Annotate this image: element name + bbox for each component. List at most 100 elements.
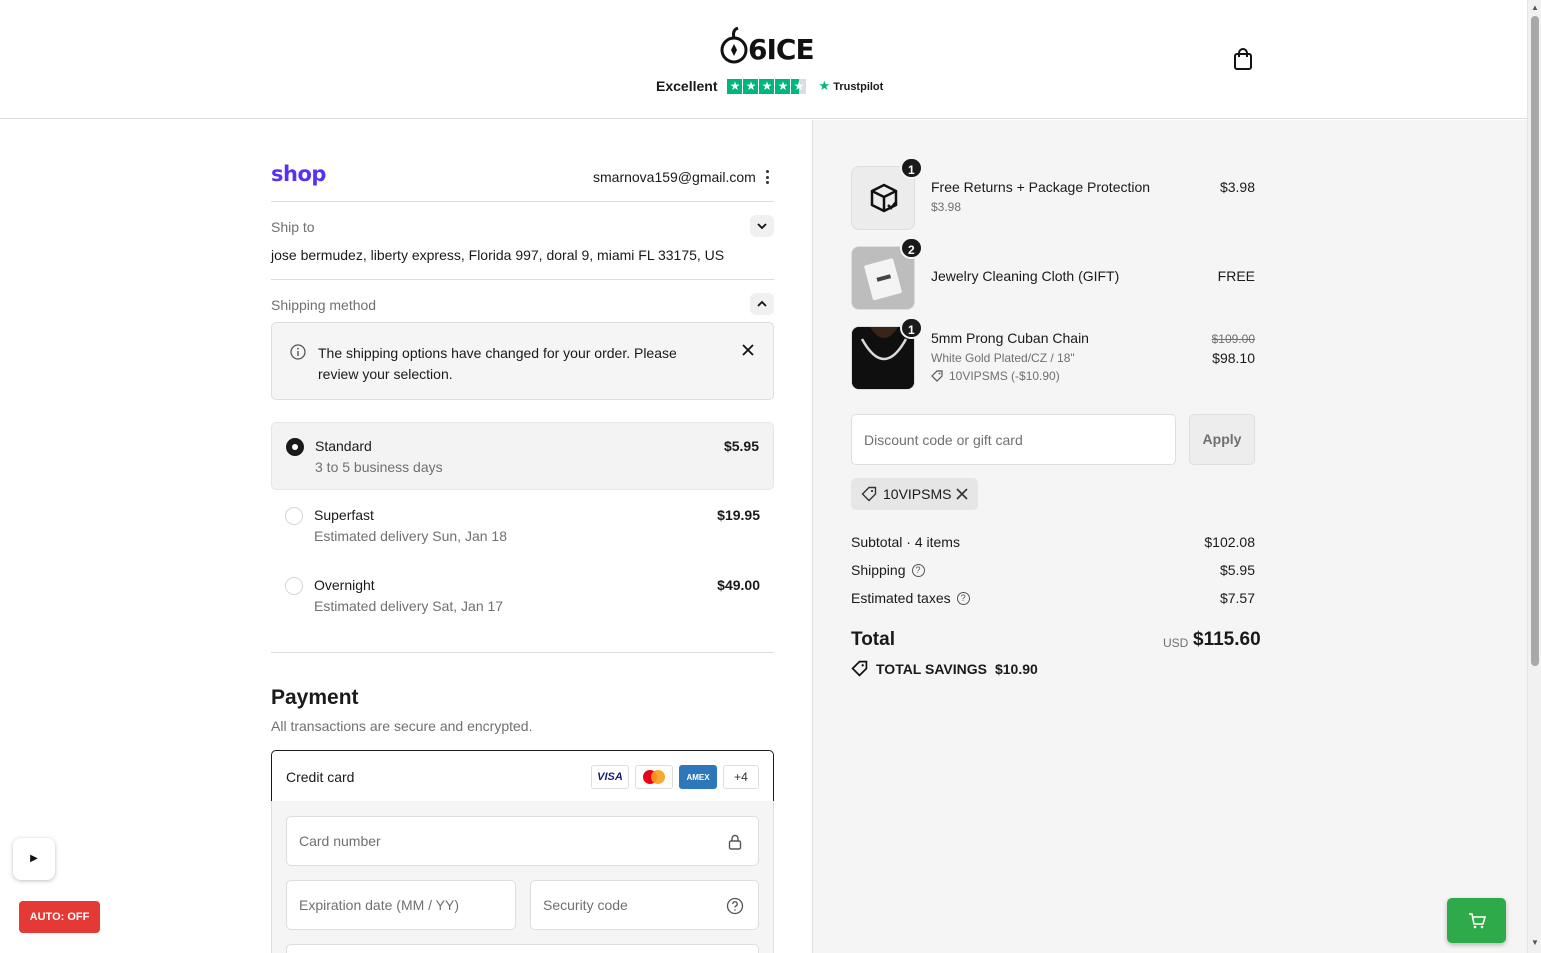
radio-button[interactable] [285, 577, 303, 595]
play-icon: ▶ [30, 853, 38, 864]
play-button[interactable]: ▶ [13, 838, 55, 880]
ship-to-toggle[interactable] [750, 215, 774, 237]
kebab-dot [765, 181, 769, 184]
item-name: Free Returns + Package Protection [931, 179, 1151, 195]
cart-icon [1468, 912, 1486, 928]
star-icon: ★ [775, 78, 791, 94]
total-value: $115.60 [1193, 629, 1261, 650]
cart-item: 2 Jewelry Cleaning Cloth (GIFT) FREE [851, 237, 1255, 310]
account-menu-button[interactable] [760, 168, 774, 186]
remove-discount-icon[interactable] [955, 487, 969, 501]
taxes-row: Estimated taxes? $7.57 [851, 590, 1255, 610]
divider [271, 279, 774, 280]
divider [271, 652, 774, 653]
discount-placeholder: Discount code or gift card [864, 432, 1023, 448]
lock-icon [728, 834, 742, 850]
trustpilot-star-icon: ★ [818, 78, 831, 93]
trust-stars: ★ ★ ★ ★ ★ [727, 78, 807, 94]
item-price: $98.10 [1212, 350, 1255, 366]
shipping-method-toggle[interactable] [750, 293, 774, 315]
shopping-bag-icon [1234, 48, 1252, 70]
subtotal-value: $102.08 [1204, 534, 1255, 550]
option-detail: 3 to 5 business days [315, 459, 443, 475]
item-discount-text: 10VIPSMS (-$10.90) [949, 369, 1060, 383]
name-on-card-field[interactable] [286, 944, 759, 953]
shipping-address: jose bermudez, liberty express, Florida … [271, 247, 725, 263]
ship-to-label: Ship to [271, 219, 315, 235]
visa-icon: VISA [591, 765, 629, 789]
card-brand-badges: VISA AMEX +4 [591, 765, 759, 789]
security-code-placeholder: Security code [543, 897, 628, 913]
auto-toggle-button[interactable]: AUTO: OFF [19, 901, 100, 933]
tag-icon [851, 660, 868, 677]
item-discount: 10VIPSMS (-$10.90) [931, 369, 1060, 383]
tag-icon [931, 370, 943, 382]
card-number-placeholder: Card number [299, 833, 381, 849]
shipping-value: $5.95 [1219, 562, 1255, 578]
discount-code-input[interactable]: Discount code or gift card [851, 414, 1176, 465]
credit-card-form: Card number Expiration date (MM / YY) Se… [271, 801, 774, 953]
option-price: $49.00 [717, 577, 760, 593]
item-name: 5mm Prong Cuban Chain [931, 330, 1089, 346]
trustpilot-widget[interactable]: Excellent ★ ★ ★ ★ ★ ★ Trustpilot [656, 76, 883, 96]
taxes-value: $7.57 [1219, 590, 1255, 606]
close-icon[interactable] [740, 342, 756, 358]
shipping-option-superfast[interactable]: Superfast Estimated delivery Sun, Jan 18… [271, 492, 774, 560]
shipping-label-wrap: Shipping? [851, 562, 925, 578]
shipping-option-standard[interactable]: Standard 3 to 5 business days $5.95 [271, 422, 774, 490]
brand-name: 6ICE [748, 33, 815, 66]
expiration-date-field[interactable]: Expiration date (MM / YY) [286, 880, 516, 930]
brand-emblem-icon [720, 26, 748, 64]
trustpilot-logo: ★ Trustpilot [818, 78, 883, 94]
brand-logo[interactable]: 6ICE [718, 26, 815, 68]
subtotal-label: Subtotal · 4 items [851, 534, 960, 550]
taxes-label: Estimated taxes [851, 590, 951, 606]
shipping-option-overnight[interactable]: Overnight Estimated delivery Sat, Jan 17… [271, 562, 774, 630]
item-subtext: $3.98 [931, 200, 962, 214]
page-scrollbar[interactable]: ▲ ▼ [1527, 0, 1541, 953]
option-price: $19.95 [717, 507, 760, 523]
applied-discount-chip: 10VIPSMS [851, 478, 978, 510]
help-circle-icon[interactable] [726, 897, 744, 915]
notice-text: The shipping options have changed for yo… [318, 345, 677, 382]
shipping-change-notice: The shipping options have changed for yo… [271, 322, 774, 400]
cart-button[interactable] [1230, 46, 1256, 72]
scroll-up-icon[interactable]: ▲ [1530, 3, 1540, 12]
cart-item: 1 Free Returns + Package Protection $3.9… [851, 157, 1255, 230]
mastercard-icon [635, 765, 673, 789]
payment-title: Payment [271, 686, 359, 709]
applied-code: 10VIPSMS [883, 486, 952, 502]
credit-card-option[interactable]: Credit card VISA AMEX +4 [271, 750, 774, 802]
help-icon[interactable]: ? [956, 591, 970, 605]
trustpilot-name: Trustpilot [833, 81, 884, 93]
apply-discount-button[interactable]: Apply [1189, 414, 1255, 465]
option-detail: Estimated delivery Sat, Jan 17 [314, 598, 504, 614]
floating-cart-button[interactable] [1447, 898, 1506, 943]
shipping-method-label: Shipping method [271, 297, 377, 313]
info-icon [290, 344, 306, 360]
card-number-field[interactable]: Card number [286, 816, 759, 866]
option-name: Overnight [314, 577, 375, 593]
radio-button-selected[interactable] [286, 438, 304, 456]
quantity-badge: 1 [900, 317, 923, 339]
star-icon: ★ [759, 78, 775, 94]
more-cards-badge: +4 [723, 765, 759, 789]
savings-label: TOTAL SAVINGS [876, 660, 987, 677]
shop-pay-logo: shop [271, 162, 326, 186]
site-header: 6ICE Excellent ★ ★ ★ ★ ★ ★ Trustpilot [0, 0, 1527, 119]
star-icon: ★ [727, 78, 743, 94]
trust-rating-label: Excellent [656, 78, 718, 94]
tag-icon [861, 486, 877, 502]
item-price: $3.98 [1219, 179, 1255, 195]
help-icon[interactable]: ? [911, 563, 925, 577]
scroll-down-icon[interactable]: ▼ [1530, 938, 1540, 947]
security-code-field[interactable]: Security code [530, 880, 759, 930]
chevron-down-icon [757, 223, 767, 230]
radio-button[interactable] [285, 507, 303, 525]
divider [271, 201, 774, 202]
option-price: $5.95 [723, 438, 759, 454]
scroll-thumb[interactable] [1531, 16, 1539, 666]
total-savings: TOTAL SAVINGS $10.90 [851, 660, 1038, 677]
shipping-row: Shipping? $5.95 [851, 562, 1255, 582]
chevron-up-icon [757, 300, 767, 307]
